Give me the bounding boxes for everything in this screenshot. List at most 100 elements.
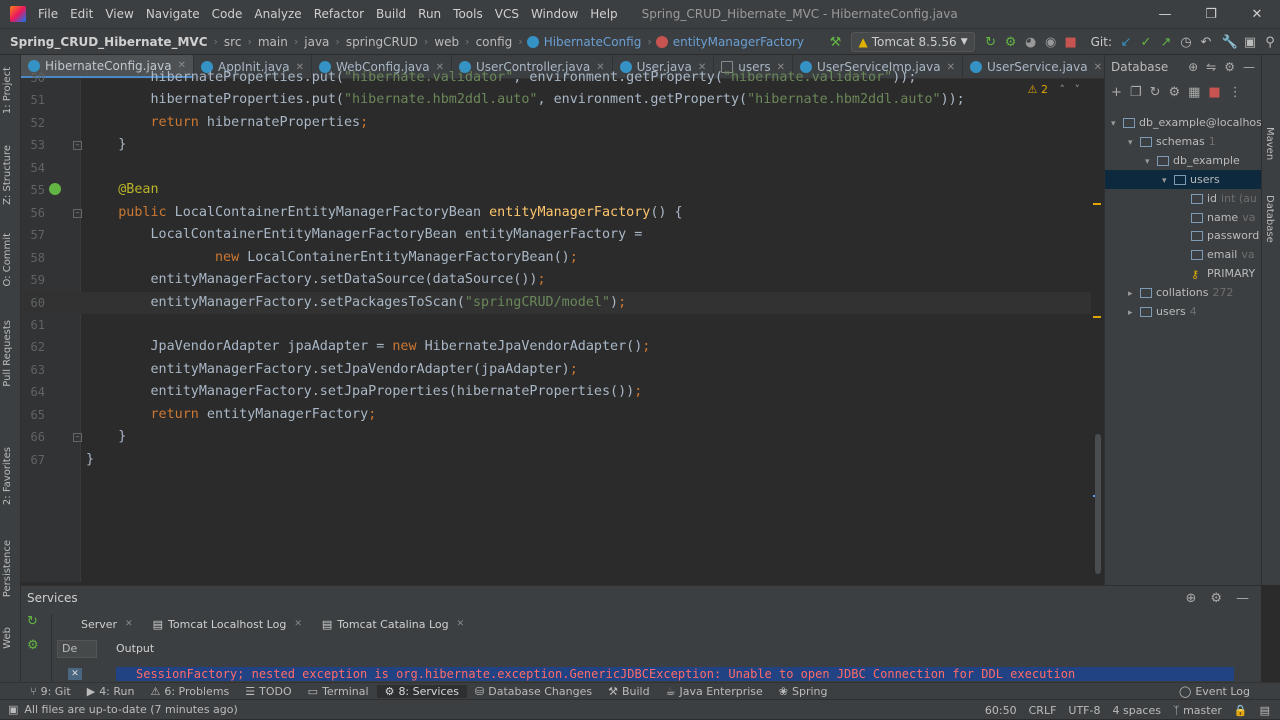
code-line[interactable]: 55 @Bean <box>21 179 1091 201</box>
db-tree-item[interactable]: email va <box>1105 245 1255 264</box>
warning-marker[interactable] <box>1093 316 1101 318</box>
code-text[interactable]: } <box>86 134 126 156</box>
split-icon[interactable]: ⇋ <box>1206 60 1216 74</box>
close-button[interactable]: ✕ <box>1234 0 1280 28</box>
indent-setting[interactable]: 4 spaces <box>1112 704 1161 717</box>
rollback-icon[interactable]: ↶ <box>1196 35 1216 50</box>
debug-icon[interactable]: ⚙ <box>1001 35 1021 50</box>
chevron-icon[interactable]: ▸ <box>1128 304 1140 321</box>
code-text[interactable]: entityManagerFactory.setDataSource(dataS… <box>86 269 545 291</box>
hide-icon[interactable]: — <box>1243 60 1255 74</box>
tool-button-build[interactable]: ⚒ Build <box>600 685 658 698</box>
event-log-button[interactable]: ◯ Event Log <box>1179 683 1250 700</box>
chevron-icon[interactable]: ▾ <box>1162 172 1174 189</box>
fold-icon[interactable]: − <box>73 141 82 151</box>
git-update-icon[interactable]: ↙ <box>1116 35 1136 50</box>
settings-icon[interactable]: 🔧 <box>1220 35 1240 50</box>
code-line[interactable]: 54 <box>21 157 1091 179</box>
tool-button-spring[interactable]: ❀ Spring <box>771 685 836 698</box>
code-text[interactable]: return entityManagerFactory; <box>86 404 377 426</box>
maximize-button[interactable]: ❐ <box>1188 0 1234 28</box>
code-text[interactable]: new LocalContainerEntityManagerFactoryBe… <box>86 247 578 269</box>
menu-item-build[interactable]: Build <box>370 7 412 21</box>
menu-item-analyze[interactable]: Analyze <box>248 7 307 21</box>
db-tree-item[interactable]: ⚷ PRIMARY <box>1105 264 1255 283</box>
spring-bean-icon[interactable] <box>49 183 61 196</box>
code-text[interactable]: entityManagerFactory.setJpaVendorAdapter… <box>86 359 577 381</box>
code-line[interactable]: 61 <box>21 314 1091 336</box>
tool-button-4-run[interactable]: ▶ 4: Run <box>79 685 143 698</box>
close-icon[interactable]: ✕ <box>68 668 82 680</box>
chevron-down-icon[interactable]: ˅ <box>1075 83 1081 96</box>
menu-item-file[interactable]: File <box>32 7 64 21</box>
add-icon[interactable]: + <box>1111 85 1122 100</box>
services-tab-tomcat-localhost-log[interactable]: ▤ Tomcat Localhost Log ✕ <box>143 618 312 631</box>
tool-window-persistence[interactable]: Persistence <box>2 540 13 597</box>
add-service-icon[interactable]: ⊕ <box>1185 591 1196 606</box>
menu-item-tools[interactable]: Tools <box>447 7 489 21</box>
tool-window-web[interactable]: Web <box>2 627 13 649</box>
chevron-icon[interactable]: ▸ <box>1128 285 1140 302</box>
db-tree-item[interactable]: ▾ db_example <box>1105 151 1240 170</box>
code-line[interactable]: 58 new LocalContainerEntityManagerFactor… <box>21 247 1091 269</box>
db-tree-item[interactable]: name va <box>1105 208 1255 227</box>
code-line[interactable]: 57 LocalContainerEntityManagerFactoryBea… <box>21 224 1091 246</box>
tool-window-o-commit[interactable]: O: Commit <box>2 233 13 287</box>
services-tab-tomcat-catalina-log[interactable]: ▤ Tomcat Catalina Log ✕ <box>312 618 474 631</box>
tool-button-todo[interactable]: ☰ TODO <box>237 685 299 698</box>
fold-icon[interactable]: − <box>73 208 82 218</box>
code-line[interactable]: 50 hibernateProperties.put("hibernate.va… <box>21 67 1091 89</box>
db-tree-item[interactable]: ▾ db_example@localhost <box>1105 113 1266 132</box>
code-line[interactable]: 66 } − <box>21 426 1091 448</box>
tool-button-9-git[interactable]: ⑂ 9: Git <box>0 685 79 698</box>
breadcrumb-item[interactable]: entityManagerFactory <box>671 35 806 49</box>
breadcrumb-item[interactable]: config <box>474 35 515 49</box>
coverage-icon[interactable]: ◕ <box>1021 35 1041 50</box>
breadcrumb-item[interactable]: Spring_CRUD_Hibernate_MVC <box>0 35 210 49</box>
rerun-icon[interactable]: ↻ <box>981 35 1001 50</box>
code-line[interactable]: 59 entityManagerFactory.setDataSource(da… <box>21 269 1091 291</box>
code-editor[interactable]: 50 hibernateProperties.put("hibernate.va… <box>21 70 1104 582</box>
editor-scrollbar[interactable] <box>1091 79 1101 582</box>
breadcrumb-item[interactable]: HibernateConfig <box>542 35 644 49</box>
close-tab-icon[interactable]: ✕ <box>294 619 302 629</box>
warning-marker[interactable] <box>1093 203 1101 205</box>
menu-item-window[interactable]: Window <box>525 7 584 21</box>
menu-item-run[interactable]: Run <box>412 7 447 21</box>
code-text[interactable]: LocalContainerEntityManagerFactoryBean e… <box>86 224 642 246</box>
code-line[interactable]: 53 } − <box>21 134 1091 156</box>
tool-window-pull-requests[interactable]: Pull Requests <box>2 320 13 387</box>
tool-button-java-enterprise[interactable]: ☕ Java Enterprise <box>658 685 771 698</box>
build-hammer-icon[interactable]: ⚒ <box>825 35 845 50</box>
code-text[interactable]: JpaVendorAdapter jpaAdapter = new Hibern… <box>86 336 650 358</box>
tool-button-database-changes[interactable]: ⛁ Database Changes <box>467 685 600 698</box>
code-line[interactable]: 63 entityManagerFactory.setJpaVendorAdap… <box>21 359 1091 381</box>
history-icon[interactable]: ◷ <box>1176 35 1196 50</box>
db-tree-item[interactable]: ▾ schemas 1 <box>1105 132 1216 151</box>
more-icon[interactable]: ⋮ <box>1229 85 1242 100</box>
close-tab-icon[interactable]: ✕ <box>125 619 133 629</box>
project-structure-icon[interactable]: ▣ <box>1240 35 1260 50</box>
code-text[interactable]: return hibernateProperties; <box>86 112 369 134</box>
caret-position[interactable]: 60:50 <box>985 704 1017 717</box>
copy-icon[interactable]: ❐ <box>1130 85 1142 100</box>
code-text[interactable]: entityManagerFactory.setPackagesToScan("… <box>86 292 626 314</box>
menu-item-view[interactable]: View <box>99 7 139 21</box>
db-tree-item[interactable]: ▸ users 4 <box>1105 302 1197 321</box>
chevron-icon[interactable]: ▾ <box>1128 134 1140 151</box>
chevron-icon[interactable]: ▾ <box>1145 153 1157 170</box>
refresh-icon[interactable]: ↻ <box>1150 85 1161 100</box>
tool-button-6-problems[interactable]: ⚠ 6: Problems <box>142 685 237 698</box>
rerun-icon[interactable]: ↻ <box>27 614 38 629</box>
close-tab-icon[interactable]: ✕ <box>457 619 465 629</box>
db-tree-item[interactable]: ▸ collations 272 <box>1105 283 1233 302</box>
code-line[interactable]: 62 JpaVendorAdapter jpaAdapter = new Hib… <box>21 336 1091 358</box>
globe-icon[interactable]: ⊕ <box>1188 60 1198 74</box>
fold-icon[interactable]: − <box>73 433 82 443</box>
code-text[interactable]: } <box>86 449 94 471</box>
code-line[interactable]: 64 entityManagerFactory.setJpaProperties… <box>21 381 1091 403</box>
code-line[interactable]: 52 return hibernateProperties; <box>21 112 1091 134</box>
breadcrumb-item[interactable]: web <box>432 35 461 49</box>
code-line[interactable]: 51 hibernateProperties.put("hibernate.hb… <box>21 89 1091 111</box>
code-line[interactable]: 56 public LocalContainerEntityManagerFac… <box>21 202 1091 224</box>
